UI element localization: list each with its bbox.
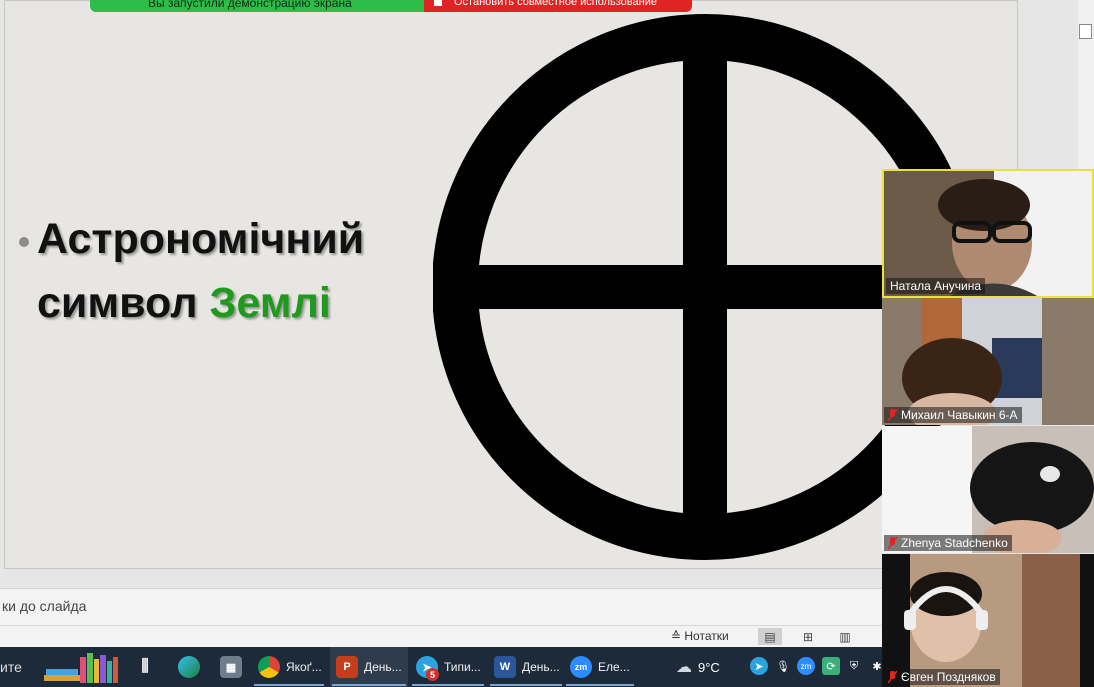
chrome-button[interactable]: Якоґ... xyxy=(252,647,326,687)
mic-muted-icon xyxy=(887,536,898,550)
zoom-tray-icon[interactable]: zm xyxy=(797,657,815,675)
share-status: Вы запустили демонстрацию экрана xyxy=(90,0,424,12)
participant-tile[interactable]: Михаил Чавыкин 6-А xyxy=(882,298,1094,425)
share-banner: Вы запустили демонстрацию экрана Останов… xyxy=(90,0,692,12)
telegram-label: Типи... xyxy=(444,660,481,674)
word-button[interactable]: W День... xyxy=(488,647,564,687)
bullet-dot xyxy=(19,237,29,247)
current-slide[interactable]: Астрономічний символ Землі xyxy=(4,0,1018,569)
stop-share-label: Остановить совместное использование xyxy=(454,0,657,8)
chrome-label: Якоґ... xyxy=(286,660,322,674)
earth-symbol-horizontal-bar xyxy=(455,265,955,309)
share-status-text: Вы запустили демонстрацию экрана xyxy=(148,0,352,10)
word-label: День... xyxy=(522,660,560,674)
powerpoint-button[interactable]: P День... xyxy=(330,647,408,687)
calculator-button[interactable]: ▦ xyxy=(214,647,248,687)
microphone-icon[interactable]: 🎙 xyxy=(774,657,792,675)
title-prefix: символ xyxy=(37,279,210,327)
zoom-button[interactable]: zm Еле... xyxy=(564,647,636,687)
books-widget[interactable] xyxy=(42,647,120,687)
edge-button[interactable] xyxy=(172,647,206,687)
title-highlight: Землі xyxy=(209,279,331,327)
weather-temp: 9°C xyxy=(698,659,720,675)
notes-button[interactable]: ≙ Нотатки xyxy=(671,629,729,643)
mic-muted-icon xyxy=(887,408,898,422)
calculator-icon: ▦ xyxy=(220,656,242,678)
participant-tile[interactable]: Натала Анучина xyxy=(882,169,1094,298)
telegram-tray-icon[interactable]: ➤ xyxy=(750,657,768,675)
reading-view-icon[interactable]: ▥ xyxy=(833,628,857,645)
participant-tile[interactable]: Євген Поздняков xyxy=(882,554,1094,687)
chrome-icon xyxy=(258,656,280,678)
telegram-button[interactable]: ➤ 5 Типи... xyxy=(410,647,486,687)
screen: { "share_banner": { "status_text": "Вы з… xyxy=(0,0,1094,687)
telegram-icon: ➤ 5 xyxy=(416,656,439,681)
stop-share-button[interactable]: Остановить совместное использование xyxy=(424,0,692,12)
task-view-icon: ⫼ xyxy=(141,658,149,675)
telegram-badge: 5 xyxy=(426,668,439,681)
stop-icon xyxy=(434,0,442,6)
zoom-icon: zm xyxy=(570,656,592,678)
sync-tray-icon[interactable]: ⟳ xyxy=(822,657,840,675)
edge-icon xyxy=(178,656,200,678)
taskbar-search[interactable]: ите xyxy=(0,659,22,675)
slide-sorter-icon[interactable]: ⊞ xyxy=(796,628,820,645)
books-icon xyxy=(44,653,118,683)
task-view-button[interactable]: ⫼ xyxy=(128,647,162,687)
participant-name-tag: Євген Поздняков xyxy=(884,669,1000,685)
participant-tile[interactable]: Zhenya Stadchenko xyxy=(882,426,1094,553)
word-icon: W xyxy=(494,656,516,678)
participant-name-tag: Zhenya Stadchenko xyxy=(884,535,1012,551)
scroll-thumb[interactable] xyxy=(1079,24,1092,39)
weather-widget[interactable]: ☁ 9°C xyxy=(676,657,720,677)
video-feed xyxy=(882,298,1094,425)
powerpoint-label: День... xyxy=(364,660,402,674)
participant-name-tag: Натала Анучина xyxy=(886,278,986,294)
video-feed xyxy=(882,426,1094,553)
cloud-icon: ☁ xyxy=(676,659,692,676)
slide-title-line-1: Астрономічний xyxy=(37,215,365,263)
shield-icon[interactable]: ⛨ xyxy=(845,657,863,675)
slide-title-line-2: символ Землі xyxy=(37,279,331,328)
notes-placeholder: ки до слайда xyxy=(2,598,87,614)
participant-name-tag: Михаил Чавыкин 6-А xyxy=(884,407,1022,423)
normal-view-icon[interactable]: ▤ xyxy=(758,628,782,645)
powerpoint-icon: P xyxy=(336,656,358,678)
video-feed xyxy=(882,554,1094,687)
mic-muted-icon xyxy=(887,670,898,684)
zoom-label: Еле... xyxy=(598,660,630,674)
